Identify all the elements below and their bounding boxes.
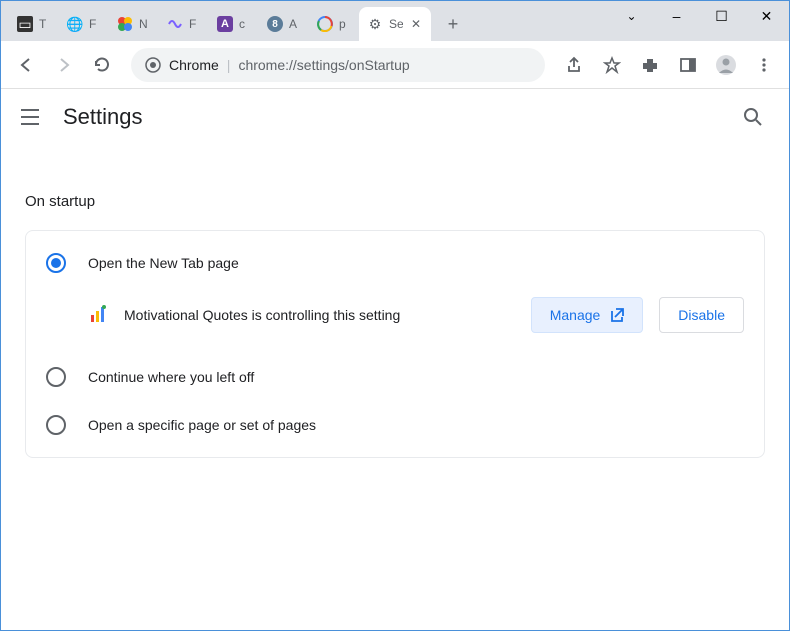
address-bar[interactable]: Chrome | chrome://settings/onStartup xyxy=(131,48,545,82)
tab-strip: ▭T 🌐F N F Ac 8A p ⚙Se✕ xyxy=(1,7,431,41)
sidepanel-icon[interactable] xyxy=(671,48,705,82)
url-origin: Chrome xyxy=(169,57,219,73)
tab-3[interactable]: F xyxy=(159,7,209,41)
tab-favicon-3 xyxy=(167,16,183,32)
tab-label-6: p xyxy=(339,17,346,31)
bookmark-icon[interactable] xyxy=(595,48,629,82)
option-specific-pages[interactable]: Open a specific page or set of pages xyxy=(26,401,764,449)
tab-favicon-6 xyxy=(317,16,333,32)
url-path: chrome://settings/onStartup xyxy=(238,57,409,73)
tab-0[interactable]: ▭T xyxy=(9,7,59,41)
extension-app-icon xyxy=(88,305,108,325)
profile-icon[interactable] xyxy=(709,48,743,82)
extension-notice: Motivational Quotes is controlling this … xyxy=(26,287,764,353)
tab-2[interactable]: N xyxy=(109,7,159,41)
share-icon[interactable] xyxy=(557,48,591,82)
tab-favicon-5: 8 xyxy=(267,16,283,32)
disable-button[interactable]: Disable xyxy=(659,297,744,333)
maximize-button[interactable]: ☐ xyxy=(699,1,744,31)
tab-label-5: A xyxy=(289,17,297,31)
page-title: Settings xyxy=(63,104,143,130)
reload-button[interactable] xyxy=(85,48,119,82)
extension-notice-text: Motivational Quotes is controlling this … xyxy=(124,307,515,323)
toolbar: Chrome | chrome://settings/onStartup xyxy=(1,41,789,89)
tab-favicon-1: 🌐 xyxy=(67,16,83,32)
close-icon[interactable]: ✕ xyxy=(409,17,423,31)
tab-label-7: Se xyxy=(389,17,403,31)
search-button[interactable] xyxy=(741,105,765,129)
option-label: Continue where you left off xyxy=(88,369,744,385)
tab-favicon-2 xyxy=(117,16,133,32)
manage-button-label: Manage xyxy=(550,307,601,323)
settings-header: Settings xyxy=(1,89,789,145)
open-external-icon xyxy=(608,307,624,323)
startup-options-card: Open the New Tab page Motivational Quote… xyxy=(25,230,765,458)
tab-4[interactable]: Ac xyxy=(209,7,259,41)
content-area: On startup Open the New Tab page Motivat… xyxy=(1,145,789,478)
chrome-logo-icon xyxy=(145,57,161,73)
tab-1[interactable]: 🌐F xyxy=(59,7,109,41)
minimize-button[interactable]: – xyxy=(654,1,699,31)
tab-6[interactable]: p xyxy=(309,7,359,41)
window-controls: ⌄ – ☐ ✕ xyxy=(609,1,789,31)
back-button[interactable] xyxy=(9,48,43,82)
option-label: Open the New Tab page xyxy=(88,255,744,271)
new-tab-button[interactable]: + xyxy=(439,10,467,38)
disable-button-label: Disable xyxy=(678,307,725,323)
tab-7-active[interactable]: ⚙ Se ✕ xyxy=(359,7,431,41)
tab-label-3: F xyxy=(189,17,196,31)
gear-icon: ⚙ xyxy=(367,16,383,32)
browser-window: ▭T 🌐F N F Ac 8A p ⚙Se✕ + ⌄ – ☐ ✕ Chrome … xyxy=(0,0,790,631)
hamburger-menu-button[interactable] xyxy=(21,105,45,129)
tab-favicon-4: A xyxy=(217,16,233,32)
option-continue[interactable]: Continue where you left off xyxy=(26,353,764,401)
tab-label-0: T xyxy=(39,17,46,31)
tab-5[interactable]: 8A xyxy=(259,7,309,41)
tab-label-1: F xyxy=(89,17,96,31)
radio-selected-icon[interactable] xyxy=(46,253,66,273)
forward-button[interactable] xyxy=(47,48,81,82)
radio-unselected-icon[interactable] xyxy=(46,367,66,387)
radio-unselected-icon[interactable] xyxy=(46,415,66,435)
tab-label-4: c xyxy=(239,17,245,31)
option-label: Open a specific page or set of pages xyxy=(88,417,744,433)
manage-button[interactable]: Manage xyxy=(531,297,644,333)
chevron-down-icon[interactable]: ⌄ xyxy=(609,1,654,31)
close-window-button[interactable]: ✕ xyxy=(744,1,789,31)
extensions-icon[interactable] xyxy=(633,48,667,82)
section-title: On startup xyxy=(25,193,765,210)
tab-favicon-0: ▭ xyxy=(17,16,33,32)
option-new-tab[interactable]: Open the New Tab page xyxy=(26,239,764,287)
url-separator: | xyxy=(227,57,231,73)
titlebar: ▭T 🌐F N F Ac 8A p ⚙Se✕ + ⌄ – ☐ ✕ xyxy=(1,1,789,41)
menu-icon[interactable] xyxy=(747,48,781,82)
tab-label-2: N xyxy=(139,17,147,31)
